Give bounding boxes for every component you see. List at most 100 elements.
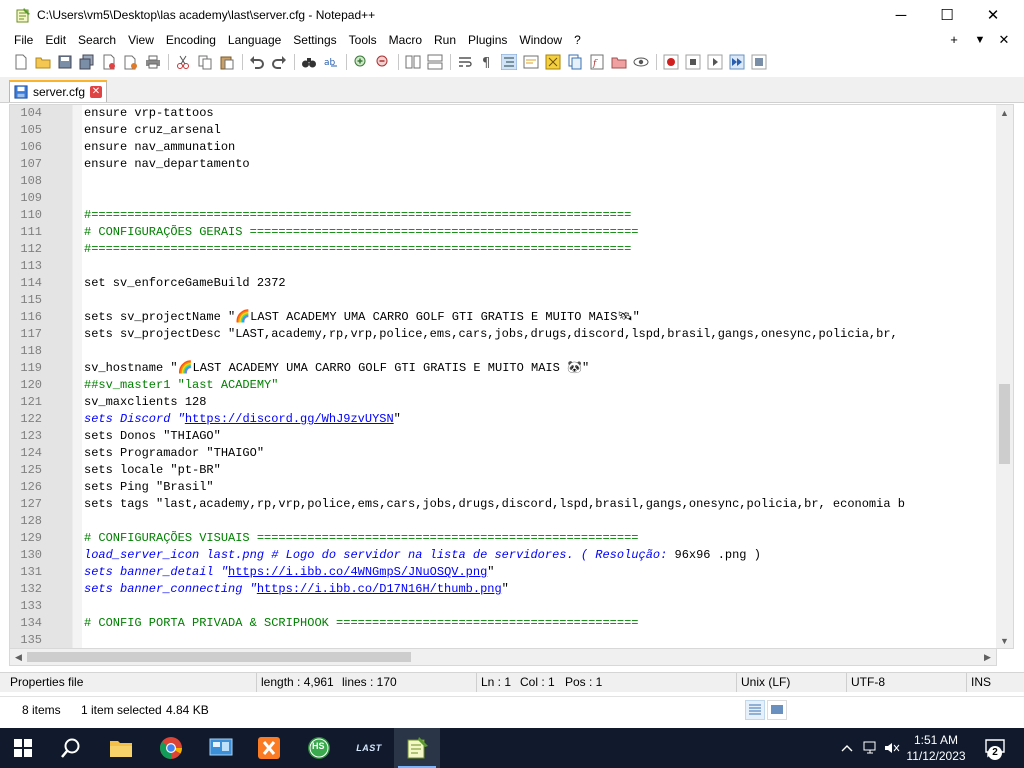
sync-horizontal-button[interactable] — [426, 53, 444, 71]
code-line[interactable]: 114 set sv_enforceGameBuild 2372 — [10, 275, 996, 292]
code-line[interactable]: 108 — [10, 173, 996, 190]
menu-language[interactable]: Language — [222, 30, 287, 50]
zoom-out-button[interactable] — [374, 53, 392, 71]
code-line[interactable]: 111 # CONFIGURAÇÕES GERAIS ==============… — [10, 224, 996, 241]
menu-run[interactable]: Run — [428, 30, 462, 50]
word-wrap-button[interactable] — [456, 53, 474, 71]
scroll-left-icon[interactable]: ◀ — [10, 649, 27, 665]
code-line[interactable]: 126 sets Ping "Brasil" — [10, 479, 996, 496]
copy-button[interactable] — [196, 53, 214, 71]
menu-macro[interactable]: Macro — [383, 30, 428, 50]
horizontal-scrollbar[interactable]: ◀ ▶ — [9, 649, 997, 666]
macro-stop-button[interactable] — [684, 53, 702, 71]
print-button[interactable] — [144, 53, 162, 71]
close-button[interactable]: ✕ — [970, 0, 1016, 30]
maximize-button[interactable]: ☐ — [924, 0, 970, 30]
tray-time[interactable]: 1:51 AM — [901, 733, 971, 747]
start-button[interactable] — [0, 728, 46, 768]
code-line[interactable]: 122 sets Discord "https://discord.gg/WhJ9… — [10, 411, 996, 428]
vertical-scroll-thumb[interactable] — [999, 384, 1010, 464]
new-tab-plus-icon[interactable]: + — [944, 30, 964, 50]
sync-vertical-button[interactable] — [404, 53, 422, 71]
function-list-button[interactable]: f — [588, 53, 606, 71]
close-doc-icon[interactable]: ✕ — [994, 30, 1014, 50]
minimize-button[interactable]: ─ — [878, 0, 924, 30]
code-line[interactable]: 115 — [10, 292, 996, 309]
tiles-view-button[interactable] — [767, 700, 787, 720]
folder-as-workspace-button[interactable] — [610, 53, 628, 71]
tray-date[interactable]: 11/12/2023 — [901, 749, 971, 763]
doc-map-button[interactable] — [544, 53, 562, 71]
taskbar-chrome[interactable] — [148, 728, 194, 768]
code-line[interactable]: 125 sets locale "pt-BR" — [10, 462, 996, 479]
macro-run-multiple-button[interactable] — [728, 53, 746, 71]
find-button[interactable] — [300, 53, 318, 71]
vertical-scrollbar[interactable]: ▲ ▼ — [996, 105, 1013, 648]
code-line[interactable]: 128 — [10, 513, 996, 530]
menu-view[interactable]: View — [122, 30, 160, 50]
replace-button[interactable]: ab — [322, 53, 340, 71]
code-line[interactable]: 129 # CONFIGURAÇÕES VISUAIS =============… — [10, 530, 996, 547]
taskbar-file-explorer[interactable] — [98, 728, 144, 768]
code-line[interactable]: 116 sets sv_projectName "🌈LAST ACADEMY UM… — [10, 309, 996, 326]
horizontal-scroll-thumb[interactable] — [27, 652, 411, 662]
zoom-in-button[interactable] — [352, 53, 370, 71]
new-file-button[interactable] — [12, 53, 30, 71]
code-line[interactable]: 113 — [10, 258, 996, 275]
code-line[interactable]: 105 ensure cruz_arsenal — [10, 122, 996, 139]
code-line[interactable]: 124 sets Programador "THAIGO" — [10, 445, 996, 462]
menu-encoding[interactable]: Encoding — [160, 30, 222, 50]
menu-search[interactable]: Search — [72, 30, 122, 50]
menu-settings[interactable]: Settings — [287, 30, 342, 50]
tray-volume-icon[interactable] — [883, 739, 901, 757]
scroll-down-icon[interactable]: ▼ — [996, 633, 1013, 648]
code-line[interactable]: 131 sets banner_detail "https://i.ibb.co/… — [10, 564, 996, 581]
menu-file[interactable]: File — [8, 30, 39, 50]
code-line[interactable]: 135 — [10, 632, 996, 648]
menu-window[interactable]: Window — [513, 30, 568, 50]
macro-record-button[interactable] — [662, 53, 680, 71]
close-file-button[interactable] — [100, 53, 118, 71]
code-line[interactable]: 110 #====================================… — [10, 207, 996, 224]
code-line[interactable]: 123 sets Donos "THIAGO" — [10, 428, 996, 445]
code-line[interactable]: 112 #====================================… — [10, 241, 996, 258]
code-editor[interactable]: 104 ensure vrp-tattoos 105 ensure cruz_arse… — [9, 104, 1014, 649]
code-line[interactable]: 106 ensure nav_ammunation — [10, 139, 996, 156]
save-all-button[interactable] — [78, 53, 96, 71]
code-line[interactable]: 127 sets tags "last,academy,rp,vrp,police… — [10, 496, 996, 513]
code-line[interactable]: 109 — [10, 190, 996, 207]
scroll-right-icon[interactable]: ▶ — [979, 649, 996, 665]
show-all-chars-button[interactable]: ¶ — [478, 53, 496, 71]
taskbar-hs-app[interactable]: HS — [296, 728, 342, 768]
taskbar-xampp[interactable] — [246, 728, 292, 768]
code-line[interactable]: 130 load_server_icon last.png # Logo do s… — [10, 547, 996, 564]
macro-play-button[interactable] — [706, 53, 724, 71]
details-view-button[interactable] — [745, 700, 765, 720]
code-line[interactable]: 120 ##sv_master1 "last ACADEMY" — [10, 377, 996, 394]
tray-network-icon[interactable] — [861, 739, 879, 757]
taskbar-last-app[interactable]: LAST — [346, 728, 392, 768]
undo-button[interactable] — [248, 53, 266, 71]
scroll-up-icon[interactable]: ▲ — [996, 105, 1013, 122]
cut-button[interactable] — [174, 53, 192, 71]
code-line[interactable]: 107 ensure nav_departamento — [10, 156, 996, 173]
redo-button[interactable] — [270, 53, 288, 71]
code-line[interactable]: 121 sv_maxclients 128 — [10, 394, 996, 411]
taskbar-notepadpp[interactable] — [394, 728, 440, 768]
indent-guide-button[interactable] — [500, 53, 518, 71]
tab-close-icon[interactable]: ✕ — [90, 86, 102, 98]
menu-help[interactable]: ? — [568, 30, 587, 50]
paste-button[interactable] — [218, 53, 236, 71]
monitoring-button[interactable] — [632, 53, 650, 71]
code-line[interactable]: 134 # CONFIG PORTA PRIVADA & SCRIPHOOK ==… — [10, 615, 996, 632]
menu-plugins[interactable]: Plugins — [462, 30, 513, 50]
save-button[interactable] — [56, 53, 74, 71]
close-all-button[interactable] — [122, 53, 140, 71]
taskbar-control-panel[interactable] — [198, 728, 244, 768]
macro-save-button[interactable] — [750, 53, 768, 71]
code-line[interactable]: 104 ensure vrp-tattoos — [10, 105, 996, 122]
tab-list-down-icon[interactable]: ▼ — [970, 30, 990, 50]
menu-tools[interactable]: Tools — [343, 30, 383, 50]
code-line[interactable]: 133 — [10, 598, 996, 615]
tab-server-cfg[interactable]: server.cfg ✕ — [9, 80, 107, 102]
